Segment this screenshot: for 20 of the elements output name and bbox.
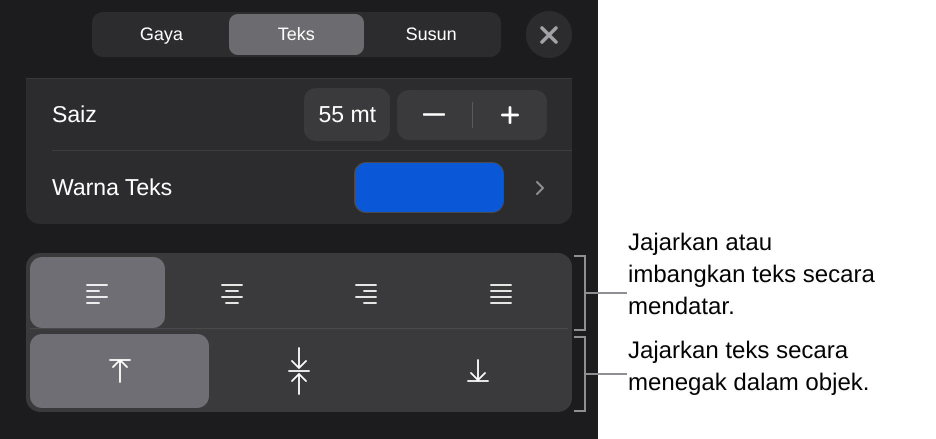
align-button[interactable] bbox=[30, 257, 164, 328]
align-bottom-icon bbox=[467, 359, 490, 383]
tab[interactable]: Susun bbox=[364, 14, 499, 55]
tab[interactable]: Gaya bbox=[94, 14, 229, 55]
align-left-icon bbox=[86, 282, 108, 304]
size-label: Saiz bbox=[52, 100, 98, 130]
align-top-icon bbox=[108, 358, 131, 384]
minus-icon bbox=[423, 113, 446, 116]
color-swatch[interactable] bbox=[354, 162, 504, 213]
close-button[interactable] bbox=[526, 11, 572, 58]
text-color-label: Warna Teks bbox=[52, 173, 174, 202]
callout-text: Jajarkan atau imbangkan teks secara mendatar. bbox=[628, 228, 876, 322]
align-justify-icon bbox=[490, 282, 512, 304]
align-middle-icon bbox=[288, 347, 310, 395]
align-right-icon bbox=[355, 282, 378, 304]
size-field[interactable]: 55 mt bbox=[304, 88, 390, 141]
align-button[interactable] bbox=[30, 334, 210, 408]
tab[interactable]: Teks bbox=[228, 14, 364, 55]
callout-text: Jajarkan teks secara menegak dalam objek. bbox=[628, 336, 870, 398]
align-center-icon bbox=[220, 282, 243, 304]
